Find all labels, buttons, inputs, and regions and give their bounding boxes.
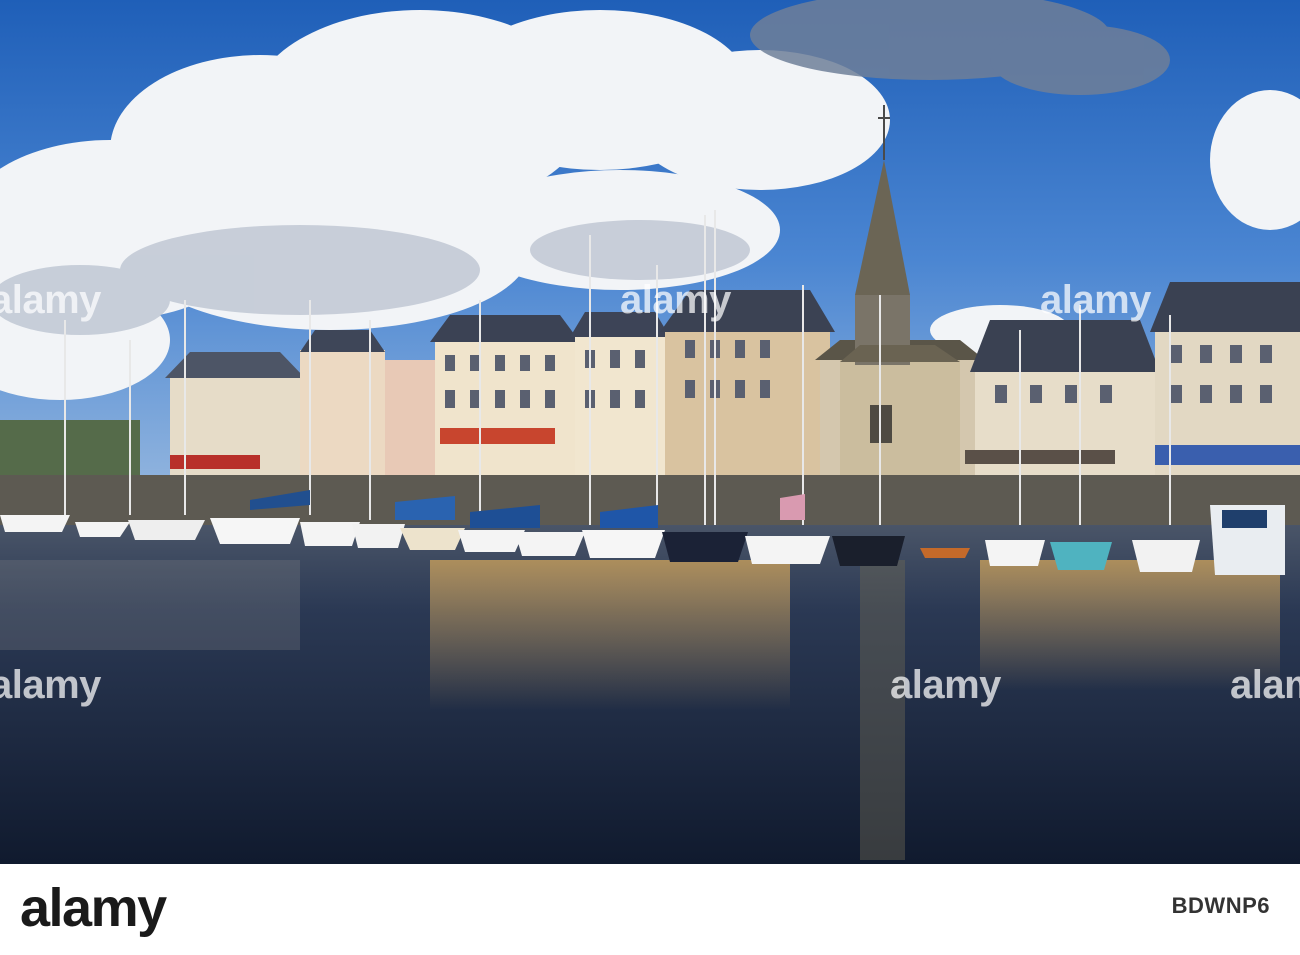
- footer-bar: [0, 864, 1300, 955]
- watermark-text: alamy: [620, 278, 731, 322]
- watermark-text: alamy: [890, 663, 1001, 707]
- harbour-scene: [0, 0, 1300, 864]
- harbour-photo: alamy alamy alamy alamy alamy alamy: [0, 0, 1300, 864]
- alamy-logo: alamy: [20, 878, 167, 938]
- watermark-text: alamy: [1040, 278, 1151, 322]
- watermark-text: alamy: [0, 663, 101, 707]
- image-id: BDWNP6: [1171, 893, 1270, 918]
- trees: [0, 420, 140, 475]
- watermark-text: alamy: [0, 278, 101, 322]
- watermark-text: alamy: [1230, 663, 1300, 707]
